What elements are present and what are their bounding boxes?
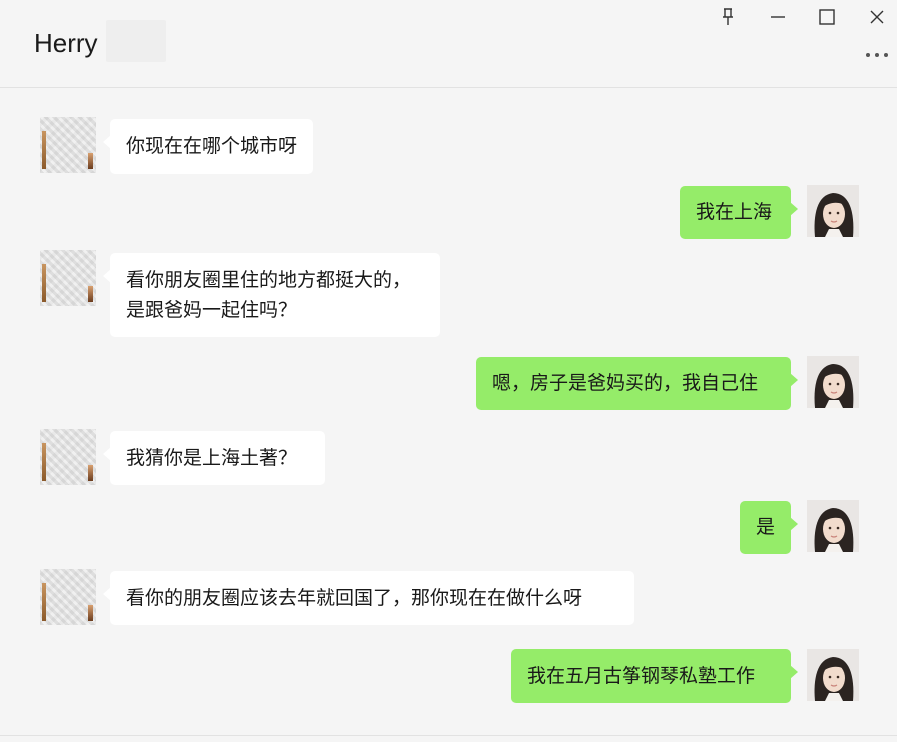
self-avatar[interactable] [807, 649, 859, 701]
message-text-line: 看你朋友圈里住的地方都挺大的， [126, 269, 412, 291]
message-bubble-outgoing[interactable]: 我在五月古筝钢琴私塾工作 [511, 649, 798, 703]
message-bubble-incoming[interactable]: 你现在在哪个城市呀 [102, 119, 314, 174]
self-avatar[interactable] [807, 185, 859, 237]
message-bubble-outgoing[interactable]: 嗯，房子是爸妈买的，我自己住 [476, 357, 798, 410]
contact-avatar[interactable] [40, 569, 96, 625]
self-avatar[interactable] [807, 500, 859, 552]
message-bubble-incoming[interactable]: 看你朋友圈里住的地方都挺大的， 是跟爸妈一起住吗？ [103, 253, 440, 337]
message-bubble-outgoing[interactable]: 我在上海 [680, 186, 798, 239]
close-icon[interactable] [863, 4, 891, 30]
message-bubble-incoming[interactable]: 我猜你是上海土著？ [103, 431, 325, 485]
contact-avatar[interactable] [40, 250, 96, 306]
contact-avatar[interactable] [40, 429, 96, 485]
message-text: 我猜你是上海土著？ [126, 447, 298, 469]
title-bar: Herry [0, 0, 897, 88]
message-text: 嗯，房子是爸妈买的，我自己住 [492, 372, 759, 394]
message-text: 是 [756, 516, 776, 538]
self-avatar[interactable] [807, 356, 859, 408]
minimize-icon[interactable] [764, 4, 792, 30]
more-icon[interactable] [862, 44, 892, 66]
message-text: 我在五月古筝钢琴私塾工作 [527, 665, 756, 687]
message-text-line: 是跟爸妈一起住吗？ [126, 299, 298, 321]
contact-avatar[interactable] [40, 117, 96, 173]
maximize-icon[interactable] [813, 4, 841, 30]
message-bubble-outgoing[interactable]: 是 [740, 501, 798, 554]
message-text: 你现在在哪个城市呀 [126, 135, 298, 157]
message-text: 看你的朋友圈应该去年就回国了，那你现在在做什么呀 [126, 587, 583, 609]
divider [0, 735, 897, 736]
contact-name: Herry [34, 28, 98, 58]
redacted-name-area [106, 20, 166, 62]
message-text: 我在上海 [696, 201, 773, 223]
pin-icon[interactable] [714, 4, 742, 30]
message-bubble-incoming[interactable]: 看你的朋友圈应该去年就回国了，那你现在在做什么呀 [103, 571, 634, 625]
